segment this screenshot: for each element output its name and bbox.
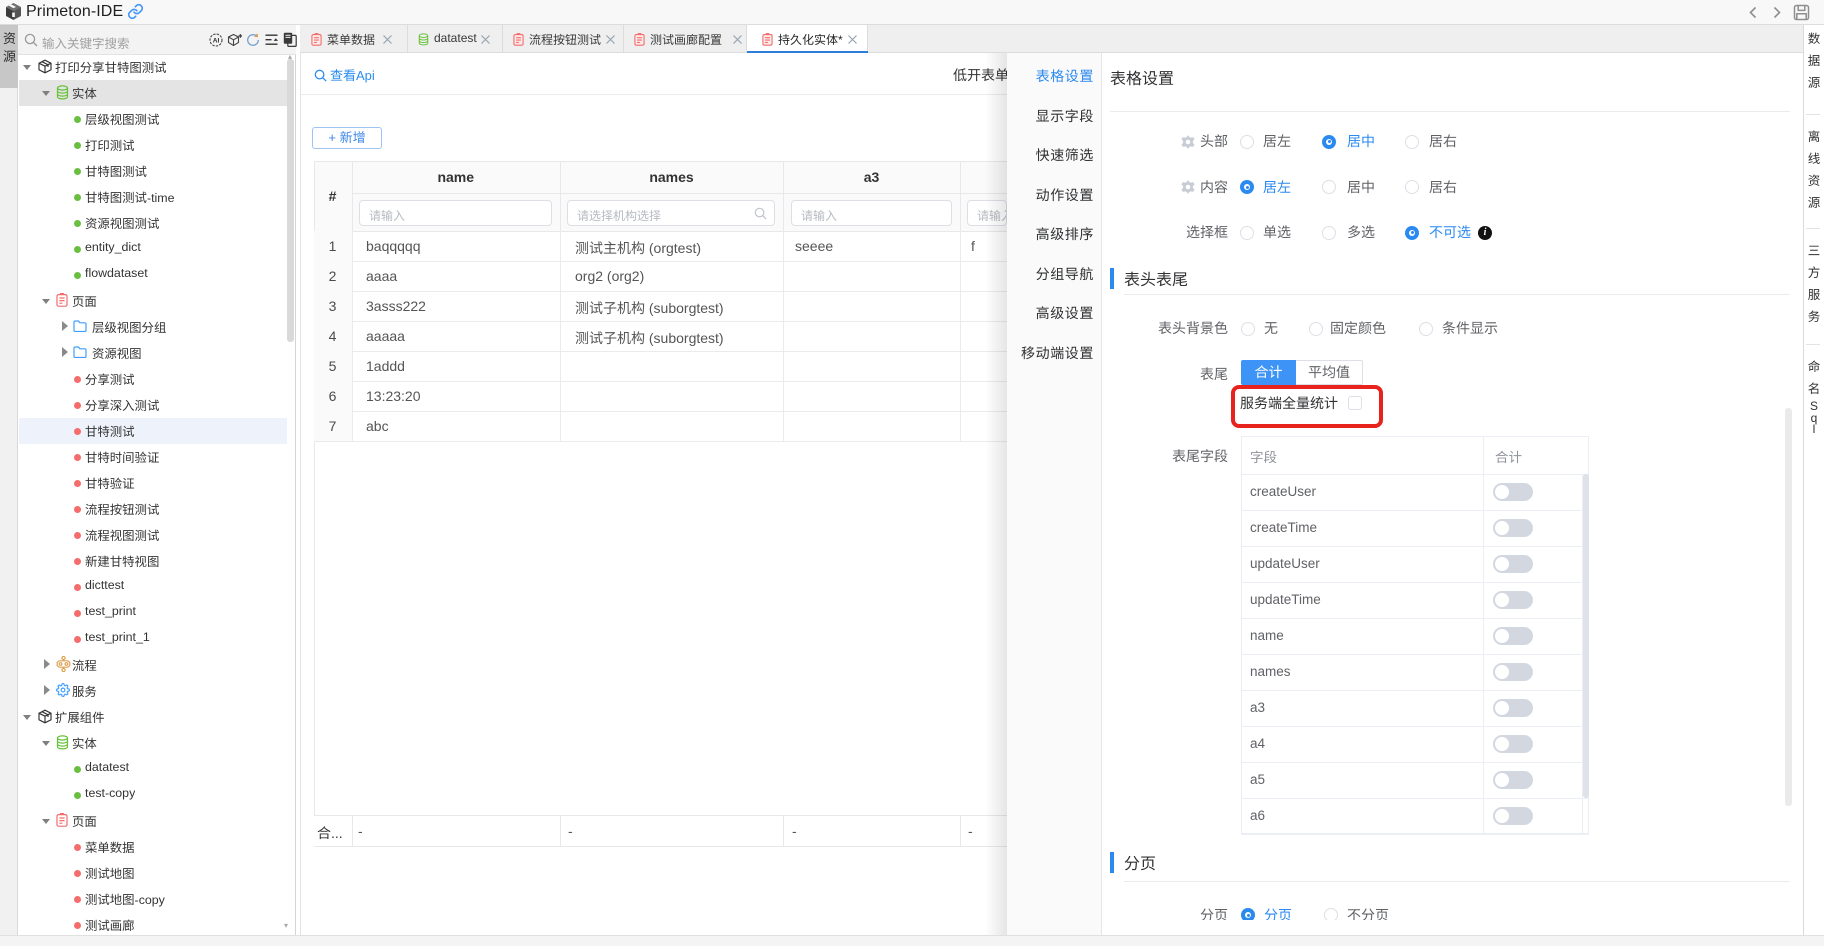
svg-text:AI: AI	[213, 37, 220, 44]
